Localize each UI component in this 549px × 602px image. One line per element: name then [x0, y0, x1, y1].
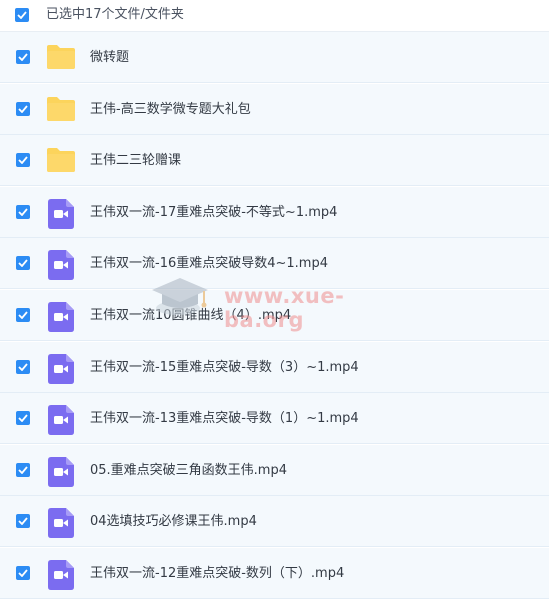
folder-icon: [46, 96, 76, 124]
video-file-icon: [48, 353, 78, 384]
file-name[interactable]: 05.重难点突破三角函数王伟.mp4: [90, 445, 287, 496]
video-file-icon: [48, 405, 78, 436]
video-file-icon: [48, 250, 78, 281]
file-row[interactable]: 王伟双一流-15重难点突破-导数（3）~1.mp4: [0, 341, 549, 393]
folder-icon: [46, 44, 76, 72]
file-row[interactable]: 王伟-高三数学微专题大礼包: [0, 83, 549, 135]
file-row[interactable]: 05.重难点突破三角函数王伟.mp4: [0, 444, 549, 496]
file-name[interactable]: 04选填技巧必修课王伟.mp4: [90, 496, 257, 547]
selection-header: 已选中17个文件/文件夹: [0, 0, 549, 32]
row-checkbox[interactable]: [16, 514, 30, 529]
check-icon: [18, 105, 28, 113]
folder-icon: [46, 147, 76, 175]
file-row[interactable]: 04选填技巧必修课王伟.mp4: [0, 496, 549, 548]
file-row[interactable]: 王伟双一流-12重难点突破-数列（下）.mp4: [0, 548, 549, 599]
file-name[interactable]: 王伟双一流-17重难点突破-不等式~1.mp4: [90, 187, 337, 238]
check-icon: [17, 11, 27, 19]
file-name[interactable]: 王伟双一流-12重难点突破-数列（下）.mp4: [90, 548, 344, 599]
check-icon: [18, 363, 28, 371]
row-checkbox[interactable]: [16, 153, 30, 168]
check-icon: [18, 259, 28, 268]
check-icon: [18, 53, 28, 61]
check-icon: [18, 414, 28, 423]
row-checkbox[interactable]: [16, 566, 30, 580]
row-checkbox[interactable]: [16, 308, 30, 322]
select-all-checkbox[interactable]: [15, 8, 29, 22]
video-file-icon: [48, 198, 78, 229]
video-file-icon: [48, 302, 78, 332]
file-name[interactable]: 王伟二三轮赠课: [90, 135, 181, 186]
row-checkbox[interactable]: [16, 411, 30, 426]
video-file-icon: [48, 560, 78, 590]
row-checkbox[interactable]: [16, 101, 30, 116]
video-file-icon: [48, 456, 78, 487]
file-row[interactable]: 微转题: [0, 32, 549, 83]
file-name[interactable]: 微转题: [90, 32, 129, 83]
row-checkbox[interactable]: [16, 462, 30, 477]
video-file-icon: [48, 508, 78, 539]
check-icon: [18, 311, 28, 319]
file-name[interactable]: 王伟双一流-15重难点突破-导数（3）~1.mp4: [90, 342, 359, 393]
row-checkbox[interactable]: [16, 50, 30, 64]
file-row[interactable]: 王伟二三轮赠课: [0, 135, 549, 187]
selection-count-label: 已选中17个文件/文件夹: [46, 7, 184, 22]
file-name[interactable]: 王伟双一流-13重难点突破-导数（1）~1.mp4: [90, 393, 359, 444]
check-icon: [18, 156, 28, 165]
file-row[interactable]: 王伟双一流-16重难点突破导数4~1.mp4: [0, 238, 549, 290]
file-name[interactable]: 王伟双一流-16重难点突破导数4~1.mp4: [90, 238, 328, 289]
row-checkbox[interactable]: [16, 256, 30, 271]
file-row[interactable]: 王伟双一流10圆锥曲线（4）.mp4: [0, 290, 549, 341]
file-row[interactable]: 王伟双一流-13重难点突破-导数（1）~1.mp4: [0, 393, 549, 445]
check-icon: [18, 569, 28, 577]
row-checkbox[interactable]: [16, 204, 30, 219]
check-icon: [18, 517, 28, 526]
check-icon: [18, 466, 28, 474]
check-icon: [18, 208, 28, 216]
file-name[interactable]: 王伟双一流10圆锥曲线（4）.mp4: [90, 290, 291, 341]
row-checkbox[interactable]: [16, 359, 30, 374]
file-row[interactable]: 王伟双一流-17重难点突破-不等式~1.mp4: [0, 186, 549, 238]
file-name[interactable]: 王伟-高三数学微专题大礼包: [90, 84, 251, 135]
